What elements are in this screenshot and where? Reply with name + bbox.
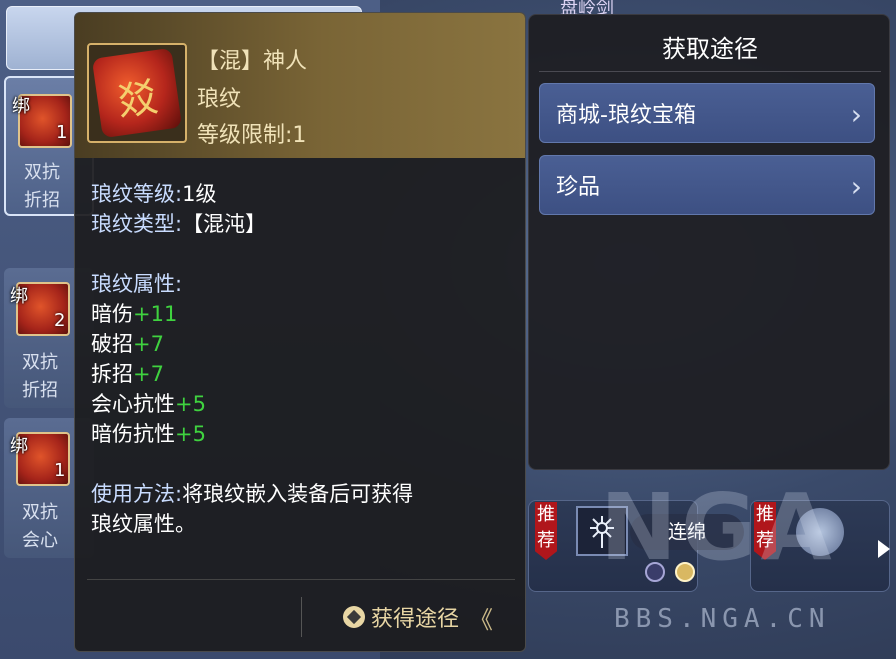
acquisition-item-label: 商城-琅纹宝箱 (556, 103, 696, 128)
usage-row: 使用方法:将琅纹嵌入装备后可获得 (91, 482, 414, 506)
obtain-route-icon (343, 606, 365, 628)
attr-header: 琅纹属性: (91, 272, 183, 296)
nga-logo-watermark: NGA (600, 474, 836, 581)
tooltip-divider (87, 579, 515, 580)
chevron-right-icon: › (850, 98, 862, 131)
attr-line-1: 双抗 (22, 502, 58, 523)
attribute-row: 会心抗性+5 (91, 392, 206, 416)
acquisition-item-label: 珍品 (556, 175, 601, 200)
item-name: 【混】神人 (197, 49, 308, 74)
rune-type-row: 琅纹类型:【混沌】 (91, 212, 267, 236)
item-count: 2 (54, 310, 66, 331)
tooltip-body: 琅纹等级:1级 琅纹类型:【混沌】 琅纹属性: 暗伤+11 破招+7 拆招+7 … (91, 179, 511, 539)
attr-line-2: 折招 (22, 380, 58, 401)
double-chevron-left-icon: 《 (469, 605, 494, 634)
chevron-right-icon: › (850, 170, 862, 203)
obtain-route-label: 获得途径 (371, 607, 460, 632)
attr-line-1: 双抗 (24, 162, 60, 183)
attr-line-2: 折招 (24, 190, 60, 211)
usage-row-cont: 琅纹属性。 (91, 512, 196, 536)
bound-tag: 绑 (12, 96, 30, 117)
bound-tag: 绑 (10, 286, 28, 307)
attribute-row: 拆招+7 (91, 362, 164, 386)
acquisition-item-treasure[interactable]: 珍品 › (539, 155, 875, 215)
acquisition-divider (539, 71, 881, 72)
rune-level-row: 琅纹等级:1级 (91, 182, 217, 206)
acquisition-item-mall[interactable]: 商城-琅纹宝箱 › (539, 83, 875, 143)
item-tooltip: 㸚 【混】神人 琅纹 等级限制:1 琅纹等级:1级 琅纹类型:【混沌】 琅纹属性… (74, 12, 526, 652)
attribute-row: 暗伤抗性+5 (91, 422, 206, 446)
obtain-route-button[interactable]: 获得途径 《 (343, 601, 494, 634)
acquisition-panel: 获取途径 商城-琅纹宝箱 › 珍品 › (528, 14, 890, 470)
level-requirement: 等级限制:1 (197, 123, 307, 148)
next-arrow-icon[interactable] (878, 540, 890, 558)
attr-line-1: 双抗 (22, 352, 58, 373)
bound-tag: 绑 (10, 436, 28, 457)
tooltip-vertical-separator (301, 597, 302, 637)
item-count: 1 (54, 460, 66, 481)
rune-stone-icon: 㸚 (87, 43, 187, 143)
item-count: 1 (56, 122, 68, 143)
attr-line-2: 会心 (22, 530, 58, 551)
attribute-row: 暗伤+11 (91, 302, 178, 326)
item-type: 琅纹 (197, 87, 242, 112)
attribute-row: 破招+7 (91, 332, 164, 356)
recommend-tag: 推荐 (535, 502, 557, 560)
site-watermark: BBS.NGA.CN (614, 604, 831, 634)
acquisition-title: 获取途径 (662, 35, 758, 63)
